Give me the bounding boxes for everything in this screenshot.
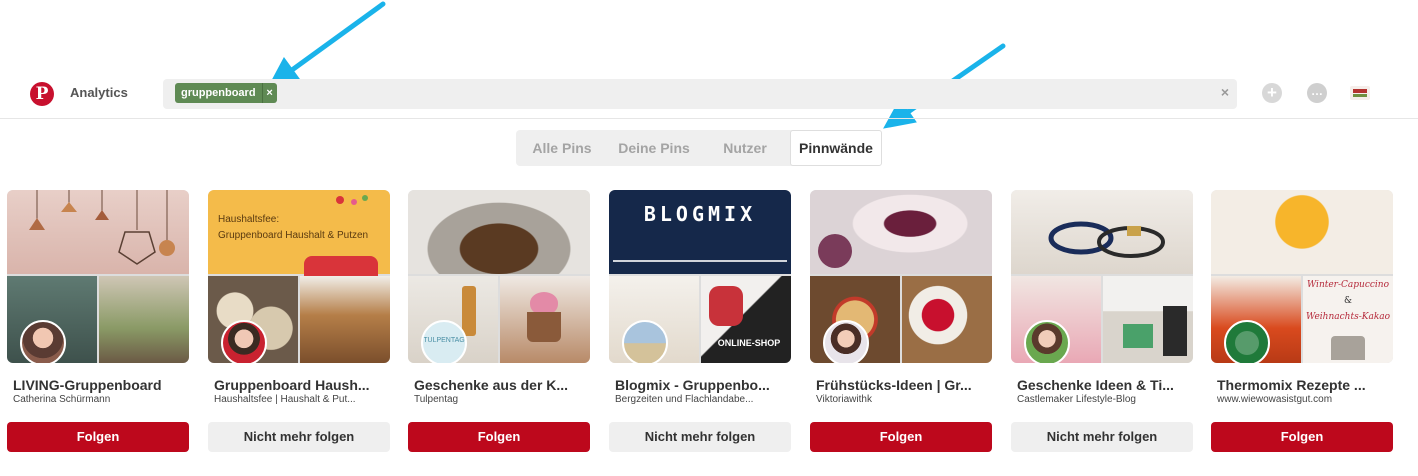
tab-all-pins[interactable]: Alle Pins xyxy=(516,130,608,166)
board-owner[interactable]: Viktoriawithk xyxy=(810,394,992,405)
follow-button[interactable]: Folgen xyxy=(1211,422,1393,452)
analytics-link[interactable]: Analytics xyxy=(70,85,128,100)
board-card[interactable]: Winter-Capuccino & Weihnachts-Kakao Ther… xyxy=(1211,190,1393,452)
board-owner[interactable]: Haushaltsfee | Haushalt & Put... xyxy=(208,394,390,405)
cover-image-bracelets xyxy=(1011,190,1193,274)
banner-flowers xyxy=(332,192,372,210)
cover-image-winter-caption: Winter-Capuccino & Weihnachts-Kakao xyxy=(1303,276,1393,363)
search-type-tabs: Alle Pins Deine Pins Nutzer Pinnwände xyxy=(516,130,882,166)
banner-line-2: Gruppenboard Haushalt & Putzen xyxy=(218,230,369,241)
owner-avatar[interactable] xyxy=(1024,320,1070,363)
board-cover-collage[interactable]: TULPENTAG xyxy=(408,190,590,363)
board-title[interactable]: Thermomix Rezepte ... xyxy=(1211,377,1393,393)
follow-button[interactable]: Folgen xyxy=(810,422,992,452)
board-cover-collage[interactable] xyxy=(7,190,189,363)
caption-line-2: & xyxy=(1343,296,1352,306)
owner-avatar[interactable] xyxy=(622,320,668,363)
board-title[interactable]: Blogmix - Gruppenbo... xyxy=(609,377,791,393)
messages-icon[interactable]: … xyxy=(1307,83,1327,103)
cover-image-jar xyxy=(408,190,590,274)
board-title[interactable]: Frühstücks-Ideen | Gr... xyxy=(810,377,992,393)
banner-red-shape xyxy=(304,256,378,276)
search-bar[interactable]: gruppenboard × × xyxy=(163,79,1237,109)
cover-image-dessert xyxy=(500,276,590,363)
unfollow-button[interactable]: Nicht mehr folgen xyxy=(1011,422,1193,452)
follow-button[interactable]: Folgen xyxy=(7,422,189,452)
search-filter-chip[interactable]: gruppenboard × xyxy=(175,83,277,103)
chip-remove-icon[interactable]: × xyxy=(261,83,277,103)
pinterest-logo-icon[interactable]: P xyxy=(30,82,54,106)
cover-image-parfait xyxy=(810,190,992,274)
cover-image-orange-drink xyxy=(1211,190,1393,274)
cover-image-green-wall xyxy=(99,276,189,363)
unfollow-button[interactable]: Nicht mehr folgen xyxy=(208,422,390,452)
blogmix-banner-text: BLOGMIX xyxy=(643,202,757,226)
cover-image-lamps xyxy=(7,190,189,274)
owner-avatar[interactable] xyxy=(20,320,66,363)
search-clear-icon[interactable]: × xyxy=(1221,84,1229,100)
tab-boards[interactable]: Pinnwände xyxy=(790,130,882,166)
board-title[interactable]: Geschenke Ideen & Ti... xyxy=(1011,377,1193,393)
board-card[interactable]: BLOGMIX ONLINE-SHOP Blogmix - Gruppenbo.… xyxy=(609,190,791,452)
board-owner[interactable]: www.wiewowasistgut.com xyxy=(1211,394,1393,405)
tab-people[interactable]: Nutzer xyxy=(700,130,790,166)
owner-avatar-text: TULPENTAG xyxy=(423,337,465,344)
caption-line-1: Winter-Capuccino xyxy=(1306,280,1390,290)
follow-button[interactable]: Folgen xyxy=(408,422,590,452)
chip-label: gruppenboard xyxy=(181,87,256,99)
board-cover-collage[interactable] xyxy=(810,190,992,363)
board-cover-collage[interactable]: Winter-Capuccino & Weihnachts-Kakao xyxy=(1211,190,1393,363)
board-cover-collage[interactable]: BLOGMIX ONLINE-SHOP xyxy=(609,190,791,363)
cover-image-pomegranate xyxy=(902,276,992,363)
cover-image-blogmix: BLOGMIX xyxy=(609,190,791,274)
tab-your-pins[interactable]: Deine Pins xyxy=(608,130,700,166)
board-card[interactable]: TULPENTAG Geschenke aus der K... Tulpent… xyxy=(408,190,590,452)
profile-avatar[interactable] xyxy=(1350,86,1370,100)
board-card[interactable]: Haushaltsfee: Gruppenboard Haushalt & Pu… xyxy=(208,190,390,452)
cover-image-banner: Haushaltsfee: Gruppenboard Haushalt & Pu… xyxy=(208,190,390,276)
board-owner[interactable]: Tulpentag xyxy=(408,394,590,405)
board-cover-collage[interactable]: Haushaltsfee: Gruppenboard Haushalt & Pu… xyxy=(208,190,390,363)
logo-letter: P xyxy=(35,84,49,104)
top-header: P Analytics gruppenboard × × + … xyxy=(0,72,1418,119)
owner-avatar[interactable] xyxy=(221,320,267,363)
banner-line-1: Haushaltsfee: xyxy=(218,214,280,225)
unfollow-button[interactable]: Nicht mehr folgen xyxy=(609,422,791,452)
add-icon[interactable]: + xyxy=(1262,83,1282,103)
board-card[interactable]: LIVING-Gruppenboard Catherina Schürmann … xyxy=(7,190,189,452)
board-owner[interactable]: Catherina Schürmann xyxy=(7,394,189,405)
board-cover-collage[interactable] xyxy=(1011,190,1193,363)
board-card[interactable]: Geschenke Ideen & Ti... Castlemaker Life… xyxy=(1011,190,1193,452)
cover-image-shop-book xyxy=(1103,276,1193,363)
owner-avatar[interactable] xyxy=(823,320,869,363)
board-owner[interactable]: Bergzeiten und Flachlandabe... xyxy=(609,394,791,405)
board-owner[interactable]: Castlemaker Lifestyle-Blog xyxy=(1011,394,1193,405)
owner-avatar[interactable]: TULPENTAG xyxy=(421,320,467,363)
caption-line-3: Weihnachts-Kakao xyxy=(1305,312,1391,322)
board-title[interactable]: LIVING-Gruppenboard xyxy=(7,377,189,393)
cover-image-pencils xyxy=(300,276,390,363)
online-shop-text: ONLINE-SHOP xyxy=(717,338,781,348)
board-title[interactable]: Gruppenboard Haush... xyxy=(208,377,390,393)
owner-avatar[interactable] xyxy=(1224,320,1270,363)
arrow-to-search-chip xyxy=(289,1,386,73)
board-card[interactable]: Frühstücks-Ideen | Gr... Viktoriawithk F… xyxy=(810,190,992,452)
cover-image-online-shop: ONLINE-SHOP xyxy=(701,276,791,363)
board-title[interactable]: Geschenke aus der K... xyxy=(408,377,590,393)
